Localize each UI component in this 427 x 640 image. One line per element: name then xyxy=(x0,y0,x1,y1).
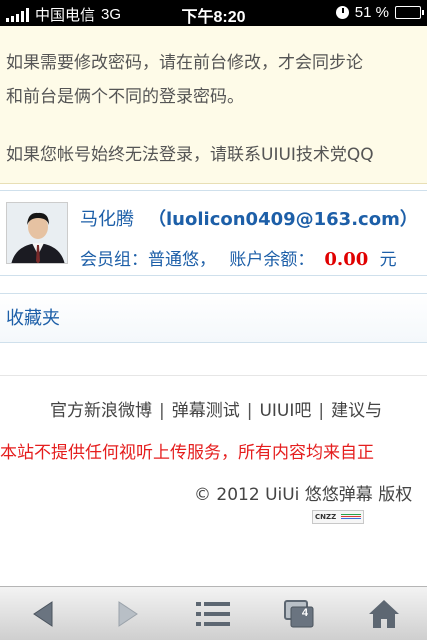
user-card: 马化腾 （luolicon0409@163.com） 会员组：普通悠， 账户余额：… xyxy=(0,190,427,276)
user-name-line: 马化腾 （luolicon0409@163.com） xyxy=(80,205,418,231)
user-portrait-icon xyxy=(7,203,67,263)
status-bar: 中国电信 3G 下午8:20 51 % xyxy=(0,0,427,26)
home-button[interactable] xyxy=(359,594,409,634)
favorites-bar[interactable]: 收藏夹 xyxy=(0,293,427,343)
bookmarks-icon xyxy=(196,601,231,626)
balance-unit: 元 xyxy=(379,250,397,270)
tabs-button[interactable]: 4 xyxy=(274,594,324,634)
link-suggestions[interactable]: 建议与 xyxy=(331,401,382,421)
cnzz-stripes-icon xyxy=(341,514,361,521)
favorites-label[interactable]: 收藏夹 xyxy=(6,304,60,330)
footer-links: 官方新浪微博 | 弹幕测试 | UIUI吧 | 建议与 xyxy=(50,396,382,421)
home-icon xyxy=(369,599,400,628)
tabs-icon xyxy=(283,599,314,627)
avatar[interactable] xyxy=(6,202,68,264)
balance-value: 0.00 xyxy=(324,249,369,270)
copyright-text: © 2012 UiUi 悠悠弹幕 版权 xyxy=(194,485,413,505)
tab-count: 4 xyxy=(301,606,308,619)
link-danmaku-test[interactable]: 弹幕测试 xyxy=(172,401,240,421)
link-uiui-tieba[interactable]: UIUI吧 xyxy=(259,401,311,421)
link-separator: | xyxy=(246,401,253,421)
battery-percent: 51 % xyxy=(354,4,389,21)
notice-line-1: 如果需要修改密码，请在前台修改，才会同步论 xyxy=(6,53,363,73)
browser-toolbar: 4 xyxy=(0,586,427,640)
user-name[interactable]: 马化腾 xyxy=(80,209,134,230)
forward-button[interactable] xyxy=(103,594,153,634)
footer: 官方新浪微博 | 弹幕测试 | UIUI吧 | 建议与 本站不提供任何视听上传服务，所有内容… xyxy=(0,375,427,535)
alarm-clock-icon xyxy=(335,6,349,19)
back-icon xyxy=(32,600,53,627)
cnzz-badge[interactable]: CNZZ xyxy=(312,510,364,524)
battery-icon xyxy=(395,6,424,19)
notice-line-2: 和前台是俩个不同的登录密码。 xyxy=(6,87,244,107)
link-separator: | xyxy=(318,401,325,421)
notice-line-3: 如果您帐号始终无法登录，请联系UIUI技术党QQ xyxy=(6,145,374,165)
balance-label: 账户余额： xyxy=(229,250,315,270)
user-info-line: 会员组：普通悠， 账户余额： 0.00 元 xyxy=(80,245,397,270)
cnzz-label: CNZZ xyxy=(315,513,337,521)
user-email: （luolicon0409@163.com） xyxy=(148,209,418,230)
link-separator: | xyxy=(159,401,165,421)
notice-panel: 如果需要修改密码，请在前台修改，才会同步论 和前台是俩个不同的登录密码。 如果您… xyxy=(0,26,427,184)
back-button[interactable] xyxy=(18,594,68,634)
forward-icon xyxy=(118,600,138,627)
disclaimer-text: 本站不提供任何视听上传服务，所有内容均来自正 xyxy=(0,443,374,463)
member-group: 会员组：普通悠， xyxy=(80,250,216,270)
status-right: 51 % xyxy=(335,4,424,21)
bookmarks-button[interactable] xyxy=(188,594,238,634)
link-weibo[interactable]: 官方新浪微博 xyxy=(50,401,152,421)
